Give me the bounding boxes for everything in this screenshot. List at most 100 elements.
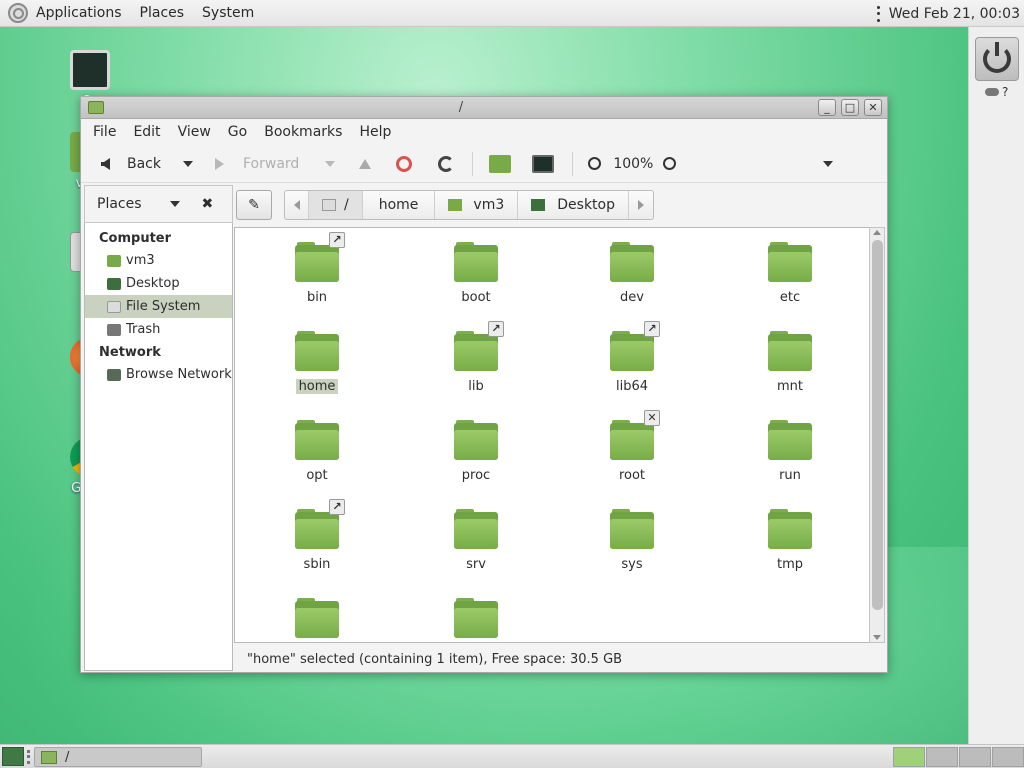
scroll-right-icon (638, 200, 645, 210)
menu-system[interactable]: System (202, 5, 254, 21)
breadcrumb-scroll-left[interactable] (285, 191, 309, 219)
folder-item[interactable] (262, 598, 372, 638)
workspace-4[interactable] (992, 747, 1024, 767)
back-arrow-icon (101, 157, 110, 170)
menu-go[interactable]: Go (228, 124, 247, 140)
sidebar-dropdown-icon[interactable] (169, 201, 180, 207)
folder-label: sbin (303, 557, 331, 572)
folder-label: boot (461, 290, 491, 305)
folder-icon: ↗ (610, 321, 660, 371)
folder-icon (295, 598, 339, 638)
sidebar-item-desktop[interactable]: Desktop (85, 272, 232, 295)
trash-icon (107, 323, 121, 336)
folder-item[interactable]: home (262, 331, 372, 394)
stop-icon[interactable] (396, 155, 413, 172)
zoom-in-icon[interactable] (663, 157, 677, 170)
sidebar-item-vm3[interactable]: vm3 (85, 249, 232, 272)
up-arrow-icon[interactable] (359, 158, 372, 169)
menu-bookmarks[interactable]: Bookmarks (264, 124, 342, 140)
folder-icon (454, 509, 498, 549)
folder-item[interactable]: ↗ lib (421, 321, 531, 394)
folder-icon (454, 598, 498, 638)
forward-history-dropdown[interactable] (325, 160, 336, 167)
distro-logo-icon[interactable] (8, 3, 28, 23)
folder-item[interactable] (421, 598, 531, 638)
folder-item[interactable]: dev (577, 242, 687, 305)
weather-applet[interactable]: ? (985, 85, 1008, 99)
folder-label: lib64 (615, 379, 649, 394)
scroll-down-icon[interactable] (873, 635, 881, 640)
home-folder-icon (107, 254, 121, 267)
taskbar-item-file-manager[interactable]: / (34, 747, 202, 767)
sidebar-item-file-system[interactable]: File System (85, 295, 232, 318)
breadcrumb-label: vm3 (473, 197, 505, 213)
breadcrumb-vm3[interactable]: vm3 (435, 191, 519, 219)
titlebar[interactable]: / _ □ ✕ (81, 97, 887, 119)
menu-applications[interactable]: Applications (36, 5, 122, 21)
drive-icon (107, 300, 121, 313)
scroll-up-icon[interactable] (873, 230, 881, 235)
folder-item[interactable]: ↗ bin (262, 232, 372, 305)
minimize-button[interactable]: _ (818, 99, 836, 116)
forward-arrow-icon (215, 157, 224, 170)
folder-item[interactable]: sys (577, 509, 687, 572)
folder-icon (768, 331, 812, 371)
sidebar-title[interactable]: Places (97, 196, 142, 212)
status-bar: "home" selected (containing 1 item), Fre… (247, 651, 623, 667)
folder-item[interactable]: boot (421, 242, 531, 305)
file-view[interactable]: ↗ bin boot dev etc home ↗ lib ↗ lib64 mnt opt proc ✕ r… (234, 227, 870, 643)
close-sidebar-icon[interactable]: ✖ (202, 196, 214, 212)
breadcrumb-home[interactable]: home (363, 191, 436, 219)
no-access-emblem-icon: ✕ (644, 410, 660, 426)
file-manager-window: / _ □ ✕ File Edit View Go Bookmarks Help… (80, 96, 888, 673)
menu-file[interactable]: File (93, 124, 116, 140)
workspace-2[interactable] (926, 747, 958, 767)
folder-icon (768, 242, 812, 282)
forward-button[interactable]: Forward (215, 156, 299, 172)
folder-item[interactable]: mnt (735, 331, 845, 394)
reload-icon[interactable] (438, 155, 455, 172)
folder-item[interactable]: ↗ lib64 (577, 321, 687, 394)
folder-label: run (779, 468, 801, 483)
clock[interactable]: Wed Feb 21, 00:03 (889, 6, 1020, 22)
folder-item[interactable]: tmp (735, 509, 845, 572)
folder-item[interactable]: opt (262, 420, 372, 483)
show-desktop-icon[interactable] (2, 747, 24, 766)
sidebar-item-label: vm3 (126, 253, 155, 268)
scroll-thumb[interactable] (872, 240, 883, 610)
folder-icon (295, 331, 339, 371)
folder-icon (454, 242, 498, 282)
folder-item[interactable]: run (735, 420, 845, 483)
back-history-dropdown[interactable] (183, 160, 193, 167)
sidebar-item-trash[interactable]: Trash (85, 318, 232, 341)
workspace-3[interactable] (959, 747, 991, 767)
toggle-location-button[interactable]: ✎ (236, 190, 272, 220)
workspace-1[interactable] (893, 747, 925, 767)
folder-label: sys (621, 557, 643, 572)
folder-item[interactable]: etc (735, 242, 845, 305)
menu-view[interactable]: View (178, 124, 211, 140)
menu-edit[interactable]: Edit (133, 124, 160, 140)
home-folder-icon[interactable] (489, 154, 512, 173)
vertical-scrollbar[interactable] (869, 227, 885, 643)
breadcrumb-scroll-right[interactable] (629, 191, 653, 219)
folder-item[interactable]: proc (421, 420, 531, 483)
computer-icon[interactable] (532, 154, 555, 173)
toolbar-overflow-dropdown[interactable] (823, 160, 834, 167)
breadcrumb-desktop[interactable]: Desktop (518, 191, 630, 219)
desktop-icon (107, 277, 121, 290)
maximize-button[interactable]: □ (841, 99, 859, 116)
menu-help[interactable]: Help (359, 124, 391, 140)
folder-item[interactable]: srv (421, 509, 531, 572)
sidebar-item-browse-network[interactable]: Browse Network (85, 363, 232, 386)
folder-item[interactable]: ✕ root (577, 410, 687, 483)
folder-label: tmp (776, 557, 803, 572)
zoom-out-icon[interactable] (588, 157, 602, 170)
menu-places[interactable]: Places (140, 5, 185, 21)
breadcrumb-root[interactable]: / (309, 191, 363, 219)
back-button[interactable]: Back (101, 156, 161, 172)
window-title: / (458, 100, 464, 115)
folder-item[interactable]: ↗ sbin (262, 499, 372, 572)
shutdown-button[interactable] (975, 37, 1019, 81)
close-window-button[interactable]: ✕ (864, 99, 882, 116)
